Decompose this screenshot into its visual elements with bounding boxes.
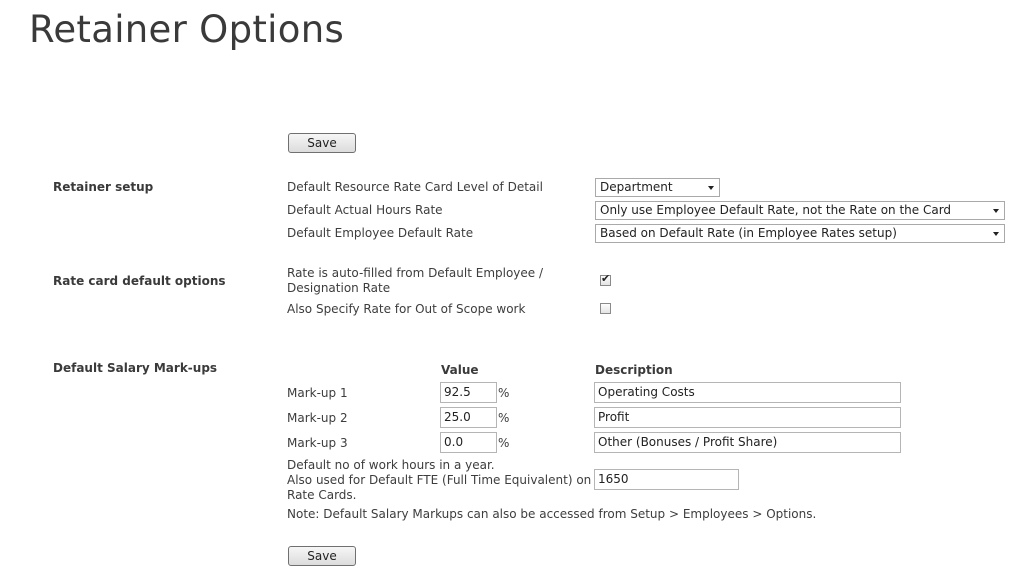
work-hours-label-line2: Also used for Default FTE (Full Time Equ… <box>287 473 592 487</box>
description-column-header: Description <box>595 363 673 377</box>
retainer-setup-section-title: Retainer setup <box>53 180 154 194</box>
markup-3-value-input[interactable]: 0.0 <box>440 432 497 453</box>
markup-2-label: Mark-up 2 <box>287 411 348 425</box>
level-of-detail-value: Department <box>600 180 673 194</box>
markups-note: Note: Default Salary Markups can also be… <box>287 507 817 521</box>
markup-1-value-input[interactable]: 92.5 <box>440 382 497 403</box>
chevron-down-icon <box>993 232 999 236</box>
work-hours-input[interactable]: 1650 <box>594 469 739 490</box>
employee-default-rate-label: Default Employee Default Rate <box>287 226 474 240</box>
page-title: Retainer Options <box>29 8 345 51</box>
rate-card-section-title: Rate card default options <box>53 274 226 288</box>
auto-filled-label-line2: Designation Rate <box>287 281 391 295</box>
value-column-header: Value <box>441 363 479 377</box>
work-hours-label-line1: Default no of work hours in a year. <box>287 458 495 472</box>
actual-hours-rate-label: Default Actual Hours Rate <box>287 203 443 217</box>
markup-1-description-input[interactable]: Operating Costs <box>594 382 901 403</box>
actual-hours-rate-select[interactable]: Only use Employee Default Rate, not the … <box>595 201 1005 220</box>
actual-hours-rate-value: Only use Employee Default Rate, not the … <box>600 203 952 217</box>
save-button-bottom[interactable]: Save <box>288 546 356 566</box>
markup-1-percent: % <box>498 386 510 400</box>
chevron-down-icon <box>993 209 999 213</box>
out-of-scope-checkbox[interactable] <box>600 303 611 314</box>
save-button-top[interactable]: Save <box>288 133 356 153</box>
markup-2-percent: % <box>498 411 510 425</box>
auto-filled-checkbox[interactable]: ✔ <box>600 272 611 286</box>
markup-2-value-input[interactable]: 25.0 <box>440 407 497 428</box>
checkmark-icon: ✔ <box>601 272 611 285</box>
markups-section-title: Default Salary Mark-ups <box>53 361 218 375</box>
auto-filled-label-line1: Rate is auto-filled from Default Employe… <box>287 266 544 280</box>
markup-3-label: Mark-up 3 <box>287 436 348 450</box>
out-of-scope-label: Also Specify Rate for Out of Scope work <box>287 302 526 316</box>
work-hours-label-line3: Rate Cards. <box>287 488 357 502</box>
markup-3-description-input[interactable]: Other (Bonuses / Profit Share) <box>594 432 901 453</box>
markup-1-label: Mark-up 1 <box>287 386 348 400</box>
level-of-detail-select[interactable]: Department <box>595 178 720 197</box>
markup-3-percent: % <box>498 436 510 450</box>
employee-default-rate-select[interactable]: Based on Default Rate (in Employee Rates… <box>595 224 1005 243</box>
markup-2-description-input[interactable]: Profit <box>594 407 901 428</box>
chevron-down-icon <box>708 186 714 190</box>
employee-default-rate-value: Based on Default Rate (in Employee Rates… <box>600 226 897 240</box>
level-of-detail-label: Default Resource Rate Card Level of Deta… <box>287 180 543 194</box>
